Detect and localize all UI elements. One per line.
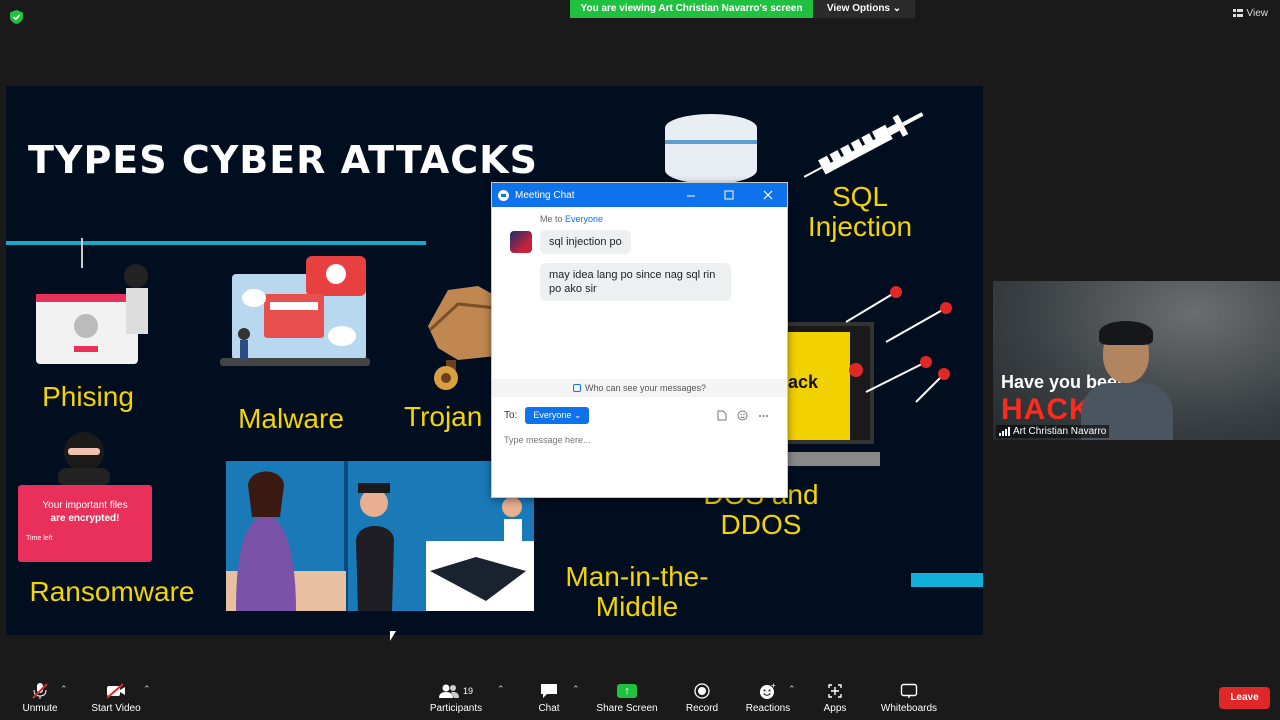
message-header: Me to Everyone — [540, 214, 603, 224]
chat-tools — [717, 410, 769, 421]
whiteboards-label: Whiteboards — [880, 703, 938, 714]
chat-message[interactable]: may idea lang po since nag sql rin po ak… — [540, 263, 731, 301]
recipient-dropdown[interactable]: Everyone ⌄ — [525, 407, 590, 424]
chat-title: Meeting Chat — [515, 189, 575, 201]
participant-name: Art Christian Navarro — [1013, 426, 1107, 437]
minimize-icon — [687, 195, 695, 197]
zoom-logo-icon — [498, 189, 509, 201]
participants-label: Participants — [429, 703, 483, 714]
ransom-line1: Your important files — [42, 500, 128, 511]
mitm-label-line1: Man-in-the- — [565, 561, 709, 592]
dos-ddos-label-line2: DDOS — [720, 509, 802, 540]
mouse-cursor-icon — [390, 631, 396, 641]
ransom-line2: are encrypted! — [50, 513, 120, 524]
ransomware-label: Ransomware — [29, 576, 195, 607]
phishing-illustration — [36, 238, 148, 364]
minimize-button[interactable] — [672, 183, 710, 207]
chat-messages-area[interactable]: Me to Everyone sql injection po may idea… — [492, 207, 787, 379]
apps-icon — [828, 684, 842, 698]
microphone-muted-icon — [32, 683, 48, 699]
zoom-meeting-window: You are viewing Art Christian Navarro's … — [0, 0, 1280, 720]
share-screen-icon: ↑ — [617, 684, 637, 698]
presenter-figure — [1081, 321, 1173, 440]
trojan-label: Trojan — [404, 401, 483, 432]
view-grid-icon — [1232, 9, 1243, 17]
meeting-toolbar: Unmute ⌃ Start Video ⌃ 19 Participants ⌃… — [0, 674, 1280, 720]
reactions-label: Reactions — [745, 703, 791, 714]
close-icon — [763, 190, 773, 200]
view-button[interactable]: View — [1232, 8, 1269, 19]
viewing-screen-banner: You are viewing Art Christian Navarro's … — [570, 0, 813, 18]
emoji-icon[interactable] — [737, 410, 748, 421]
message-to: Everyone — [565, 214, 604, 224]
maximize-button[interactable] — [710, 183, 748, 207]
file-icon[interactable] — [717, 410, 727, 421]
slide-title: TYPES CYBER ATTACKS — [28, 138, 538, 182]
start-video-label: Start Video — [91, 703, 141, 714]
who-can-see-messages-link[interactable]: Who can see your messages? — [492, 379, 787, 397]
people-icon — [572, 384, 581, 392]
leave-button[interactable]: Leave — [1219, 687, 1270, 709]
view-label: View — [1246, 8, 1269, 19]
whiteboards-button[interactable]: Whiteboards — [869, 682, 949, 714]
chat-bubble-icon — [541, 684, 557, 698]
signal-strength-icon — [999, 427, 1010, 436]
meeting-chat-window[interactable]: Meeting Chat Me to Everyone sql injectio… — [491, 182, 788, 498]
chat-message[interactable]: sql injection po — [540, 230, 631, 254]
sql-injection-label-line1: SQL — [831, 181, 889, 212]
to-label: To: — [504, 410, 518, 421]
maximize-icon — [724, 190, 734, 200]
message-input[interactable] — [504, 435, 774, 445]
man-in-the-middle-illustration — [226, 461, 534, 611]
unmute-button[interactable]: Unmute — [0, 682, 80, 714]
participants-count: 19 — [462, 686, 473, 696]
mitm-label-line2: Middle — [595, 591, 679, 622]
unmute-label: Unmute — [22, 703, 58, 714]
apps-label: Apps — [823, 703, 847, 714]
whiteboard-icon — [900, 683, 918, 698]
sql-injection-label-line2: Injection — [807, 211, 913, 242]
ransom-time-left: Time left — [26, 535, 53, 542]
participants-button[interactable]: 19 Participants — [416, 682, 496, 714]
participants-icon — [438, 684, 459, 698]
share-screen-label: Share Screen — [596, 703, 658, 714]
darts-illustration — [845, 286, 952, 403]
malware-label: Malware — [238, 403, 344, 434]
recipient-row: To: Everyone ⌄ — [504, 407, 590, 424]
chat-label: Chat — [538, 703, 560, 714]
video-off-icon — [106, 683, 125, 699]
video-options-caret-icon[interactable]: ⌃ — [143, 684, 151, 695]
who-can-see-text: Who can see your messages? — [584, 383, 707, 393]
mitm-scene-icon — [226, 461, 534, 611]
view-options-button[interactable]: View Options ⌄ — [813, 0, 915, 18]
svg-text:+: + — [771, 682, 776, 690]
audio-options-caret-icon[interactable]: ⌃ — [60, 684, 68, 695]
close-button[interactable] — [749, 183, 787, 207]
trojan-horse-illustration — [428, 286, 496, 390]
share-screen-button[interactable]: ↑ Share Screen — [587, 682, 667, 714]
chat-options-caret-icon[interactable]: ⌃ — [572, 684, 580, 695]
phishing-label: Phising — [42, 381, 134, 412]
laptop-base-illustration — [786, 452, 880, 466]
record-icon — [694, 683, 710, 699]
slide-accent-bar — [911, 573, 983, 587]
database-illustration — [665, 114, 757, 184]
record-label: Record — [685, 703, 719, 714]
apps-button[interactable]: Apps — [795, 682, 875, 714]
message-from: Me to — [540, 214, 563, 224]
presenter-video-tile[interactable]: Have you been HACK Art Christian Navarro — [993, 281, 1280, 440]
avatar — [510, 231, 532, 253]
video-slide-text-line2: HACK — [1001, 393, 1092, 426]
participant-name-tag: Art Christian Navarro — [996, 425, 1110, 438]
participants-options-caret-icon[interactable]: ⌃ — [497, 684, 505, 695]
more-options-icon[interactable] — [758, 410, 769, 421]
security-shield-icon[interactable] — [10, 10, 23, 24]
ransomware-card: Your important files are encrypted! Time… — [18, 485, 152, 562]
reactions-icon: + — [760, 682, 776, 699]
syringe-illustration — [803, 112, 924, 178]
hacker-illustration — [58, 432, 110, 486]
malware-illustration — [220, 256, 370, 366]
